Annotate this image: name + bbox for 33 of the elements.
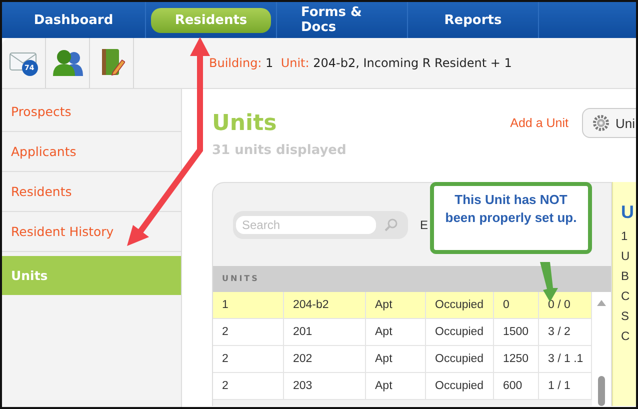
callout: This Unit has NOT been properly set up. (430, 182, 592, 254)
detail-text: S (621, 309, 630, 325)
table-row[interactable]: 1 204-b2 Apt Occupied 0 0 / 0 (213, 292, 592, 319)
units-button[interactable]: Uni (582, 108, 636, 138)
detail-text: B (621, 269, 630, 285)
filter-label: E (420, 218, 428, 232)
detail-title: U (621, 202, 635, 223)
scroll-thumb[interactable] (598, 376, 605, 406)
table-row[interactable]: 2 203 Apt Occupied 600 1 / 1 (213, 373, 592, 400)
detail-text: C (621, 289, 631, 305)
table-cell: Apt (366, 373, 426, 400)
detail-text: U (621, 249, 631, 265)
callout-pointer (540, 262, 558, 302)
table-cell: 2 (213, 373, 284, 400)
people-icon[interactable] (52, 49, 84, 77)
search-icon[interactable] (384, 218, 398, 232)
page-title: Units (212, 110, 277, 136)
table-row[interactable]: 2 202 Apt Occupied 1250 3 / 1 .1 (213, 346, 592, 373)
nav-tab[interactable]: Dashboard (10, 8, 138, 32)
scroll-up-icon[interactable] (597, 300, 606, 306)
gear-icon (593, 115, 610, 131)
search-field[interactable]: Search (233, 210, 408, 238)
table-row[interactable]: 2 201 Apt Occupied 1500 3 / 2 (213, 319, 592, 346)
table-cell: 203 (284, 373, 366, 400)
nav-tab[interactable]: Reports (420, 8, 526, 32)
table-cell: Occupied (426, 373, 494, 400)
detail-text: C (621, 329, 631, 345)
nav-tab[interactable]: Forms & Docs (277, 2, 407, 40)
detail-text: 1 (621, 229, 629, 245)
context-line: Building: 1 Unit: 204-b2, Incoming R Resident + 1 (209, 56, 512, 70)
table-cell: 600 (494, 373, 539, 400)
scrollbar[interactable] (592, 292, 611, 406)
table-header: UNITS (213, 266, 611, 292)
